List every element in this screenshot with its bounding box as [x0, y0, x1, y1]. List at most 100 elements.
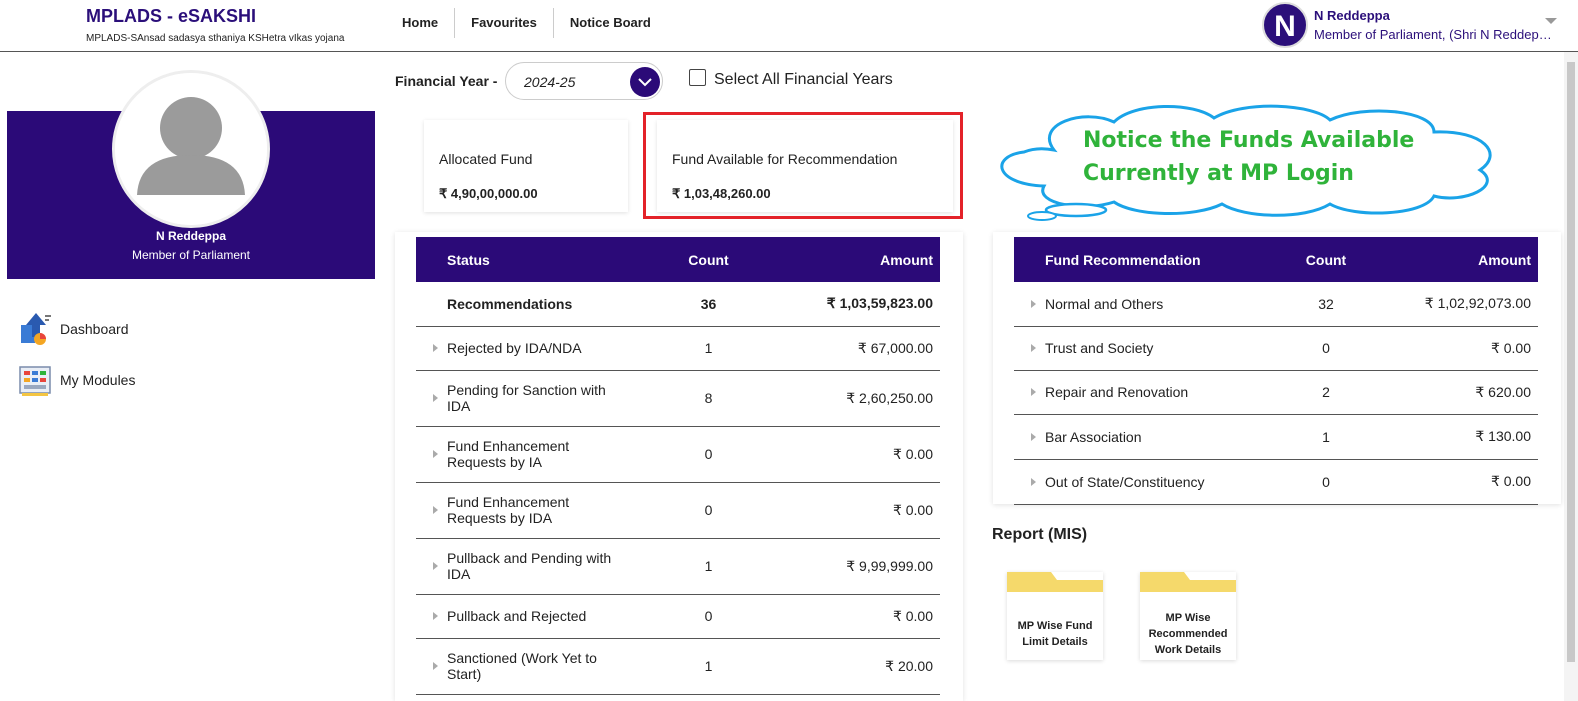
row-name: Rejected by IDA/NDA	[447, 340, 582, 356]
expand-arrow-icon[interactable]	[1031, 432, 1036, 441]
nav-home[interactable]: Home	[386, 8, 454, 38]
table-row[interactable]: Pullback and Pending with IDA 1 ₹ 9,99,999…	[416, 538, 940, 595]
row-count: 1	[631, 326, 786, 371]
report-title: Report (MIS)	[992, 526, 1088, 543]
expand-arrow-icon[interactable]	[433, 612, 438, 620]
row-amount: ₹ 0.00	[1376, 459, 1538, 505]
report-card-recommended-work[interactable]: MP Wise Recommended Work Details	[1140, 572, 1236, 660]
row-count: 0	[631, 482, 786, 539]
col-status: Status	[416, 237, 631, 282]
col-count: Count	[631, 237, 786, 282]
expand-arrow-icon[interactable]	[1031, 477, 1036, 486]
sidebar-item-label: Dashboard	[60, 321, 129, 337]
col-amount: Amount	[1376, 237, 1538, 282]
col-count: Count	[1276, 237, 1376, 282]
sidebar-item-dashboard[interactable]: Dashboard	[18, 311, 129, 347]
row-count: 1	[631, 638, 786, 695]
fund-recommendation-header: Fund Recommendation Count Amount	[1014, 237, 1538, 282]
sidebar-item-my-modules[interactable]: My Modules	[18, 362, 135, 398]
row-name: Out of State/Constituency	[1045, 473, 1205, 490]
table-row[interactable]: Out of State/Constituency 0 ₹ 0.00	[1014, 459, 1538, 505]
allocated-fund-card: Allocated Fund ₹ 4,90,00,000.00	[424, 120, 628, 212]
expand-arrow-icon[interactable]	[1031, 299, 1036, 308]
row-name: Bar Association	[1045, 428, 1142, 445]
profile-name: N Reddeppa	[155, 229, 226, 243]
row-amount: ₹ 0.00	[786, 426, 940, 483]
row-name-cell: Recommendations	[416, 282, 631, 327]
row-count: 8	[631, 370, 786, 427]
user-avatar[interactable]: N	[1262, 2, 1308, 48]
row-count: 1	[1276, 414, 1376, 460]
folder-icon	[1140, 572, 1236, 592]
dashboard-icon	[18, 311, 54, 347]
nav-notice-board[interactable]: Notice Board	[552, 8, 667, 38]
row-name-cell: Fund Enhancement Requests by IDA	[416, 482, 631, 539]
expand-arrow-icon[interactable]	[1031, 344, 1036, 352]
select-all-years-label[interactable]: Select All Financial Years	[714, 71, 893, 89]
row-name-cell: Sanctioned (Work Yet to Start)	[416, 638, 631, 695]
row-name-cell: Trust and Society	[1014, 326, 1276, 371]
row-name-cell: Out of State/Constituency	[1014, 459, 1276, 505]
row-amount: ₹ 1,03,59,823.00	[786, 282, 940, 327]
brand-title[interactable]: MPLADS - eSAKSHI	[86, 6, 256, 27]
user-name: N Reddeppa	[1314, 8, 1390, 23]
row-count: 0	[631, 594, 786, 639]
row-count: 32	[1276, 282, 1376, 327]
expand-arrow-icon[interactable]	[433, 394, 438, 402]
expand-arrow-icon[interactable]	[433, 562, 438, 570]
report-label: MP Wise Recommended Work Details	[1148, 612, 1228, 656]
table-row[interactable]: Bar Association 1 ₹ 130.00	[1014, 414, 1538, 460]
row-count: 1	[631, 538, 786, 595]
row-name-cell: Pending for Sanction with IDA	[416, 370, 631, 427]
table-row[interactable]: Pullback and Rejected 0 ₹ 0.00	[416, 594, 940, 639]
table-row[interactable]: Trust and Society 0 ₹ 0.00	[1014, 326, 1538, 371]
col-amount: Amount	[786, 237, 940, 282]
expand-arrow-icon[interactable]	[433, 344, 438, 352]
row-name: Recommendations	[447, 295, 573, 312]
row-amount: ₹ 130.00	[1376, 414, 1538, 460]
report-card-fund-limit[interactable]: MP Wise Fund Limit Details	[1007, 572, 1103, 660]
row-name: Fund Enhancement Requests by IA	[447, 438, 570, 470]
callout-line-1: Notice the Funds Available	[1083, 128, 1415, 153]
brand-subtitle: MPLADS-SAnsad sadasya sthaniya KSHetra v…	[86, 33, 345, 44]
financial-year-value: 2024-25	[524, 74, 576, 90]
expand-arrow-icon[interactable]	[433, 506, 438, 514]
financial-year-select[interactable]: 2024-25	[505, 62, 663, 100]
vertical-scrollbar[interactable]	[1564, 52, 1578, 701]
row-amount: ₹ 620.00	[1376, 370, 1538, 415]
row-count: 0	[1276, 459, 1376, 505]
row-amount: ₹ 0.00	[786, 482, 940, 539]
expand-arrow-icon[interactable]	[433, 450, 438, 458]
row-name-cell: Pullback and Rejected	[416, 594, 631, 639]
table-row[interactable]: Normal and Others 32 ₹ 1,02,92,073.00	[1014, 282, 1538, 327]
table-row[interactable]: Sanctioned (Work Yet to Start) 1 ₹ 20.00	[416, 638, 940, 695]
row-name-cell: Repair and Renovation	[1014, 370, 1276, 415]
table-row[interactable]: Recommendations 36 ₹ 1,03,59,823.00	[416, 282, 940, 327]
row-count: 0	[1276, 326, 1376, 371]
sidebar-item-label: My Modules	[60, 372, 136, 388]
table-row[interactable]: Rejected by IDA/NDA 1 ₹ 67,000.00	[416, 326, 940, 371]
table-row[interactable]: Repair and Renovation 2 ₹ 620.00	[1014, 370, 1538, 415]
expand-arrow-icon[interactable]	[1031, 388, 1036, 396]
allocated-fund-value: ₹ 4,90,00,000.00	[439, 186, 538, 201]
table-row[interactable]: Fund Enhancement Requests by IDA 0 ₹ 0.00	[416, 482, 940, 539]
expand-arrow-icon[interactable]	[433, 662, 438, 670]
user-role: Member of Parliament, (Shri N Reddeppa)	[1314, 27, 1554, 42]
row-name-cell: Rejected by IDA/NDA	[416, 326, 631, 371]
folder-icon	[1007, 572, 1103, 592]
chevron-down-icon[interactable]	[1545, 18, 1557, 24]
row-name: Pending for Sanction with IDA	[447, 382, 606, 414]
report-label: MP Wise Fund Limit Details	[1017, 620, 1093, 648]
chevron-down-icon[interactable]	[630, 67, 660, 97]
row-count: 0	[631, 426, 786, 483]
scrollbar-thumb[interactable]	[1567, 62, 1575, 662]
select-all-years-checkbox[interactable]	[689, 69, 706, 86]
nav-favourites[interactable]: Favourites	[454, 8, 553, 38]
row-name: Repair and Renovation	[1045, 384, 1189, 400]
user-menu[interactable]: N N Reddeppa Member of Parliament, (Shri…	[1260, 0, 1560, 50]
table-row[interactable]: Pending for Sanction with IDA 8 ₹ 2,60,250…	[416, 370, 940, 427]
row-name: Sanctioned (Work Yet to Start)	[447, 650, 597, 682]
user-placeholder-icon	[112, 70, 270, 228]
row-name: Pullback and Rejected	[447, 608, 587, 624]
table-row[interactable]: Fund Enhancement Requests by IA 0 ₹ 0.00	[416, 426, 940, 483]
